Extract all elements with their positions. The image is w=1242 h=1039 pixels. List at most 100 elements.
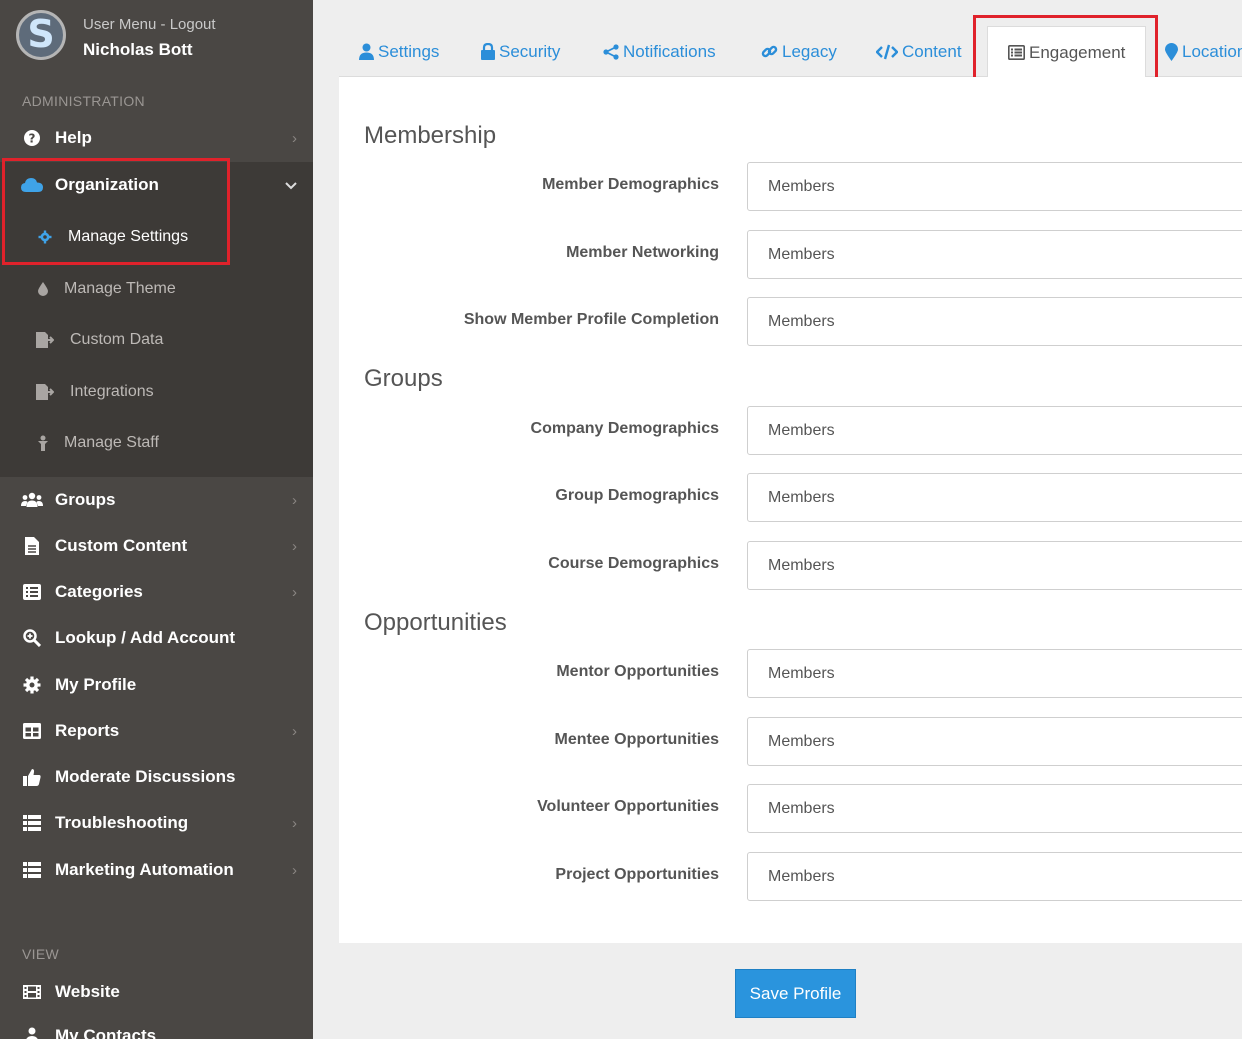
tab-label: Security <box>499 41 561 61</box>
user-name: Nicholas Bott <box>83 40 193 59</box>
sidebar-item-label: Custom Content <box>55 536 188 555</box>
file-export-icon <box>36 331 54 349</box>
select-profile-completion[interactable]: Members <box>747 297 1242 346</box>
question-icon: ? <box>21 127 43 149</box>
tab-location[interactable]: Location <box>1165 26 1242 77</box>
label-member-networking: Member Networking <box>566 244 719 261</box>
sidebar: S User Menu - Logout Nicholas Bott ADMIN… <box>0 0 313 1039</box>
label-company-demographics: Company Demographics <box>530 420 719 437</box>
chevron-right-icon: › <box>292 537 297 555</box>
user-block: S User Menu - Logout Nicholas Bott <box>0 0 313 80</box>
label-profile-completion: Show Member Profile Completion <box>463 311 719 328</box>
tab-label: Engagement <box>1029 42 1126 62</box>
select-company-demographics[interactable]: Members <box>747 406 1242 455</box>
sidebar-item-marketing-automation[interactable]: Marketing Automation › <box>0 848 313 892</box>
submenu-item-label: Manage Settings <box>68 228 189 245</box>
sidebar-item-organization[interactable]: Organization <box>0 163 313 207</box>
submenu-item-custom-data[interactable]: Custom Data <box>0 315 313 365</box>
tab-content[interactable]: Content <box>876 26 962 77</box>
sidebar-item-label: Categories <box>55 582 143 601</box>
label-project-opportunities: Project Opportunities <box>555 866 719 883</box>
tab-security[interactable]: Security <box>481 26 560 77</box>
tab-legacy[interactable]: Legacy <box>761 26 837 77</box>
save-profile-button[interactable]: Save Profile <box>735 969 856 1018</box>
file-export-icon <box>36 383 54 401</box>
sidebar-item-groups[interactable]: Groups › <box>0 478 313 522</box>
sidebar-item-help[interactable]: ? Help › <box>0 116 313 160</box>
list-alt-icon <box>21 581 43 603</box>
sidebar-item-label: Marketing Automation <box>55 860 234 879</box>
submenu-item-manage-staff[interactable]: Manage Staff <box>0 418 313 468</box>
sidebar-item-troubleshooting[interactable]: Troubleshooting › <box>0 801 313 845</box>
sidebar-item-reports[interactable]: Reports › <box>0 709 313 753</box>
user-icon <box>359 43 374 60</box>
file-text-icon <box>21 535 43 557</box>
submenu-item-integrations[interactable]: Integrations <box>0 367 313 417</box>
tab-label: Notifications <box>623 41 716 61</box>
submenu-item-manage-theme[interactable]: Manage Theme <box>0 264 313 314</box>
tab-settings[interactable]: Settings <box>359 26 439 77</box>
sidebar-item-website[interactable]: Website <box>0 970 313 1014</box>
link-icon <box>761 43 778 60</box>
select-mentor-opportunities[interactable]: Members <box>747 649 1242 698</box>
chevron-right-icon: › <box>292 861 297 879</box>
sidebar-item-label: Moderate Discussions <box>55 767 236 786</box>
chevron-right-icon: › <box>292 491 297 509</box>
code-icon <box>876 44 898 60</box>
submenu-item-label: Manage Theme <box>64 280 176 297</box>
list-icon <box>21 812 43 834</box>
sidebar-item-label: Groups <box>55 490 116 509</box>
gear-icon <box>21 674 43 696</box>
list-alt-icon <box>1008 45 1025 60</box>
staff-icon <box>34 434 52 452</box>
sidebar-item-lookup[interactable]: Lookup / Add Account <box>0 616 313 660</box>
lock-icon <box>481 43 495 60</box>
submenu-item-manage-settings[interactable]: Manage Settings <box>0 212 313 262</box>
map-marker-icon <box>1165 42 1178 61</box>
tab-label: Legacy <box>782 41 837 61</box>
film-icon <box>21 981 43 1003</box>
select-member-networking[interactable]: Members <box>747 230 1242 279</box>
section-label-view: VIEW <box>22 946 59 962</box>
chevron-right-icon: › <box>292 129 297 147</box>
label-group-demographics: Group Demographics <box>555 487 719 504</box>
sidebar-item-categories[interactable]: Categories › <box>0 570 313 614</box>
list-icon <box>21 859 43 881</box>
label-volunteer-opportunities: Volunteer Opportunities <box>537 798 719 815</box>
select-course-demographics[interactable]: Members <box>747 541 1242 590</box>
section-title-membership: Membership <box>364 122 497 149</box>
sidebar-item-my-contacts[interactable]: My Contacts <box>0 1014 313 1039</box>
label-course-demographics: Course Demographics <box>548 555 719 572</box>
section-label-administration: ADMINISTRATION <box>22 93 145 109</box>
submenu-item-label: Integrations <box>70 383 154 400</box>
sidebar-item-label: My Profile <box>55 675 137 694</box>
section-title-groups: Groups <box>364 365 443 392</box>
sidebar-item-label: My Contacts <box>55 1026 157 1039</box>
chevron-right-icon: › <box>292 814 297 832</box>
chevron-down-icon <box>285 177 297 194</box>
submenu-item-label: Custom Data <box>70 331 164 348</box>
sidebar-item-custom-content[interactable]: Custom Content › <box>0 524 313 568</box>
section-title-opportunities: Opportunities <box>364 609 507 636</box>
sidebar-item-label: Website <box>55 982 120 1001</box>
user-icon <box>21 1025 43 1039</box>
label-mentor-opportunities: Mentor Opportunities <box>556 663 719 680</box>
sidebar-item-label: Troubleshooting <box>55 813 189 832</box>
select-project-opportunities[interactable]: Members <box>747 852 1242 901</box>
user-menu-link[interactable]: User Menu - Logout <box>83 16 216 33</box>
label-member-demographics: Member Demographics <box>542 176 719 193</box>
select-mentee-opportunities[interactable]: Members <box>747 717 1242 766</box>
table-icon <box>21 720 43 742</box>
sidebar-item-label: Help <box>55 128 92 147</box>
sidebar-item-label: Reports <box>55 721 120 740</box>
chevron-right-icon: › <box>292 722 297 740</box>
sidebar-item-moderate-discussions[interactable]: Moderate Discussions <box>0 755 313 799</box>
select-member-demographics[interactable]: Members <box>747 162 1242 211</box>
search-plus-icon <box>21 627 43 649</box>
tab-notifications[interactable]: Notifications <box>603 26 716 77</box>
select-volunteer-opportunities[interactable]: Members <box>747 784 1242 833</box>
tab-engagement[interactable]: Engagement <box>987 26 1147 78</box>
droplet-icon <box>34 280 52 298</box>
select-group-demographics[interactable]: Members <box>747 473 1242 522</box>
sidebar-item-my-profile[interactable]: My Profile <box>0 663 313 707</box>
